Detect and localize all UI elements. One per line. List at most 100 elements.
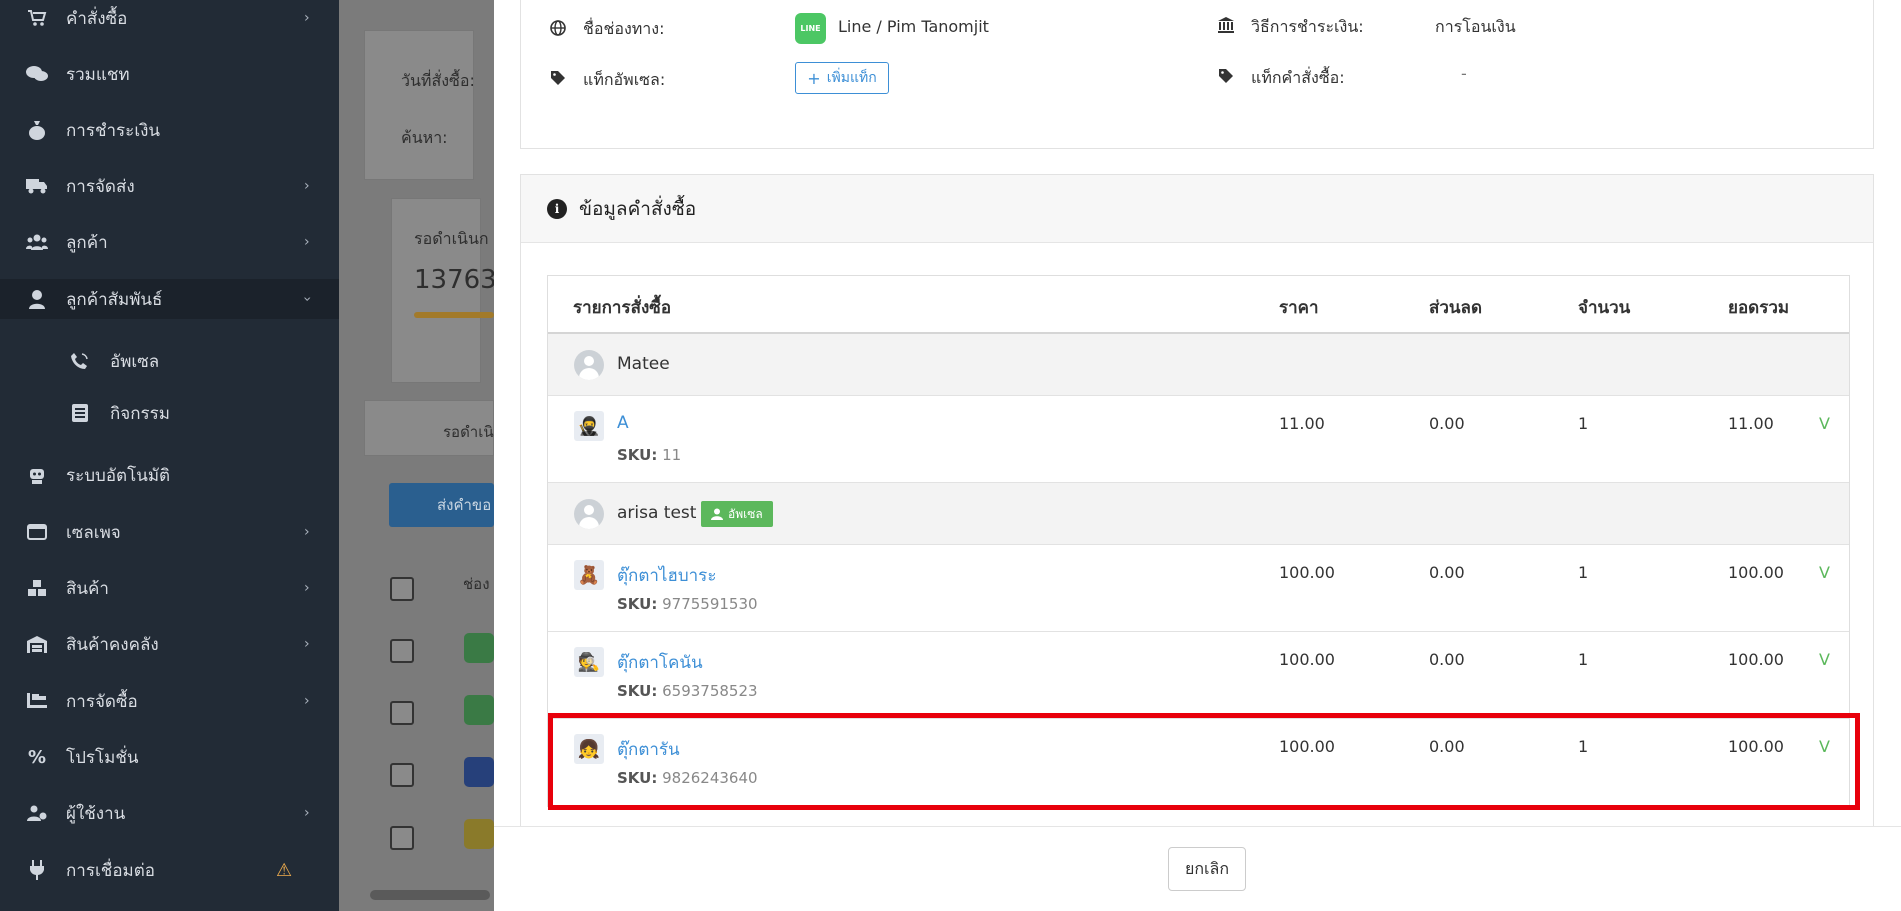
sidebar-item-label: ระบบอัตโนมัติ — [66, 465, 171, 486]
sidebar-item-crm[interactable]: ลูกค้าสัมพันธ์ › — [0, 279, 339, 319]
table-row: 🧸 ตุ๊กตาไฮบาระ SKU: 9775591530 100.00 0.… — [548, 545, 1849, 632]
checkbox — [390, 701, 414, 725]
order-tag-value: - — [1461, 64, 1467, 83]
user-icon — [711, 508, 723, 520]
sidebar-item-label: โปรโมชั่น — [66, 747, 139, 768]
payment-value: การโอนเงิน — [1435, 17, 1516, 36]
pending-progress — [414, 312, 494, 318]
discount-cell: 0.00 — [1429, 650, 1465, 669]
sidebar-item-shipping[interactable]: การจัดส่ง › — [0, 166, 339, 206]
pending-label: รอดำเนินก — [414, 229, 489, 248]
sidebar-item-label: ลูกค้าสัมพันธ์ — [66, 289, 163, 310]
add-tag-button[interactable]: + เพิ่มแท็ก — [795, 62, 889, 94]
line-icon — [464, 633, 494, 663]
plus-icon: + — [807, 68, 821, 88]
horizontal-scrollbar[interactable] — [370, 890, 490, 900]
chevron-right-icon: › — [304, 805, 310, 821]
sidebar-item-label: ผู้ใช้งาน — [66, 803, 126, 824]
customer-name: arisa test — [617, 503, 697, 523]
sidebar-item-salespage[interactable]: เซลเพจ › — [0, 512, 339, 552]
checkbox — [390, 577, 414, 601]
upsell-badge: อัพเซล — [701, 501, 773, 527]
column-header: ช่อง — [463, 575, 490, 593]
list-icon — [70, 403, 90, 423]
window-icon — [26, 521, 48, 543]
truck-icon — [26, 175, 48, 197]
info-icon: i — [547, 198, 567, 219]
sidebar-subitem-label: กิจกรรม — [110, 403, 171, 424]
discount-cell: 0.00 — [1429, 563, 1465, 582]
sidebar-item-label: เซลเพจ — [66, 522, 121, 543]
checkbox — [390, 639, 414, 663]
sidebar-item-automation[interactable]: ระบบอัตโนมัติ — [0, 455, 339, 495]
sidebar-item-promotion[interactable]: % โปรโมชั่น — [0, 737, 339, 777]
sidebar-item-label: สินค้าคงคลัง — [66, 634, 159, 655]
order-tag-label: แท็กคำสั่งซื้อ: — [1251, 68, 1345, 87]
checkbox — [390, 763, 414, 787]
sidebar-item-label: ลูกค้า — [66, 232, 108, 253]
product-link[interactable]: A — [617, 413, 629, 433]
upsell-badge-label: อัพเซล — [728, 506, 763, 521]
chevron-down-icon: › — [298, 296, 315, 302]
product-sku: SKU: 11 — [617, 446, 682, 464]
column-total: ยอดรวม — [1728, 298, 1790, 318]
sidebar-subitem-activity[interactable]: กิจกรรม — [0, 393, 339, 433]
sidebar-item-chat[interactable]: รวมแชท — [0, 54, 339, 94]
tag-icon — [549, 69, 567, 87]
product-sku: SKU: 9775591530 — [617, 595, 758, 613]
sidebar: คำสั่งซื้อ › รวมแชท การชำระเงิน การจัดส่… — [0, 0, 339, 911]
sidebar-item-label: รวมแชท — [66, 64, 130, 85]
qty-cell: 1 — [1578, 650, 1589, 669]
sidebar-item-label: การเชื่อมต่อ — [66, 860, 155, 881]
check-mark: V — [1819, 414, 1830, 433]
order-info-title: ข้อมูลคำสั่งซื้อ — [579, 197, 697, 220]
product-link[interactable]: ตุ๊กตาโคนัน — [617, 649, 703, 676]
request-button: ส่งคำขอ — [389, 483, 494, 527]
column-qty: จำนวน — [1578, 298, 1631, 318]
users-icon — [26, 231, 48, 253]
facebook-icon — [464, 757, 494, 787]
search-label: ค้นหา: — [401, 128, 448, 147]
tag-icon — [1217, 67, 1235, 85]
chevron-right-icon: › — [304, 524, 310, 540]
filter-card — [364, 30, 474, 180]
table-row: 🥷 A SKU: 11 11.00 0.00 1 11.00 V — [548, 396, 1849, 483]
column-item: รายการสั่งซื้อ — [573, 298, 672, 318]
qty-cell: 1 — [1578, 563, 1589, 582]
bank-icon — [1217, 16, 1235, 34]
sidebar-item-label: คำสั่งซื้อ — [66, 8, 128, 29]
globe-icon — [549, 19, 567, 37]
chevron-right-icon: › — [304, 693, 310, 709]
payment-label: วิธีการชำระเงิน: — [1251, 17, 1364, 36]
product-thumbnail: 🧸 — [574, 560, 604, 590]
request-button-label: ส่งคำขอ — [437, 496, 492, 514]
sidebar-item-integration[interactable]: การเชื่อมต่อ ⚠ — [0, 850, 339, 890]
product-thumbnail: 🕵 — [574, 647, 604, 677]
customer-group-row: Matee — [548, 334, 1849, 396]
checkbox — [390, 826, 414, 850]
line-app-icon: LINE — [795, 13, 826, 44]
qty-cell: 1 — [1578, 414, 1589, 433]
sidebar-item-inventory[interactable]: สินค้าคงคลัง › — [0, 624, 339, 664]
product-thumbnail: 🥷 — [574, 411, 604, 441]
sidebar-item-payment[interactable]: การชำระเงิน — [0, 110, 339, 150]
sidebar-subitem-upsell[interactable]: อัพเซล — [0, 341, 339, 381]
sidebar-item-label: สินค้า — [66, 578, 109, 599]
sidebar-item-purchasing[interactable]: การจัดซื้อ › — [0, 681, 339, 721]
chevron-right-icon: › — [304, 636, 310, 652]
warehouse-icon — [26, 633, 48, 655]
percent-icon: % — [27, 746, 47, 768]
tv-icon — [464, 819, 494, 849]
dolly-icon — [26, 690, 48, 712]
total-cell: 100.00 — [1728, 650, 1784, 669]
highlight-box — [548, 713, 1860, 810]
warning-icon: ⚠ — [276, 859, 293, 881]
cancel-button[interactable]: ยกเลิก — [1168, 847, 1246, 891]
sidebar-item-orders[interactable]: คำสั่งซื้อ › — [0, 0, 339, 38]
sidebar-item-customers[interactable]: ลูกค้า › — [0, 222, 339, 262]
user-tie-icon — [26, 288, 48, 310]
sidebar-item-products[interactable]: สินค้า › — [0, 568, 339, 608]
sidebar-item-users[interactable]: ผู้ใช้งาน › — [0, 793, 339, 833]
product-link[interactable]: ตุ๊กตาไฮบาระ — [617, 562, 716, 589]
chevron-right-icon: › — [304, 234, 310, 250]
